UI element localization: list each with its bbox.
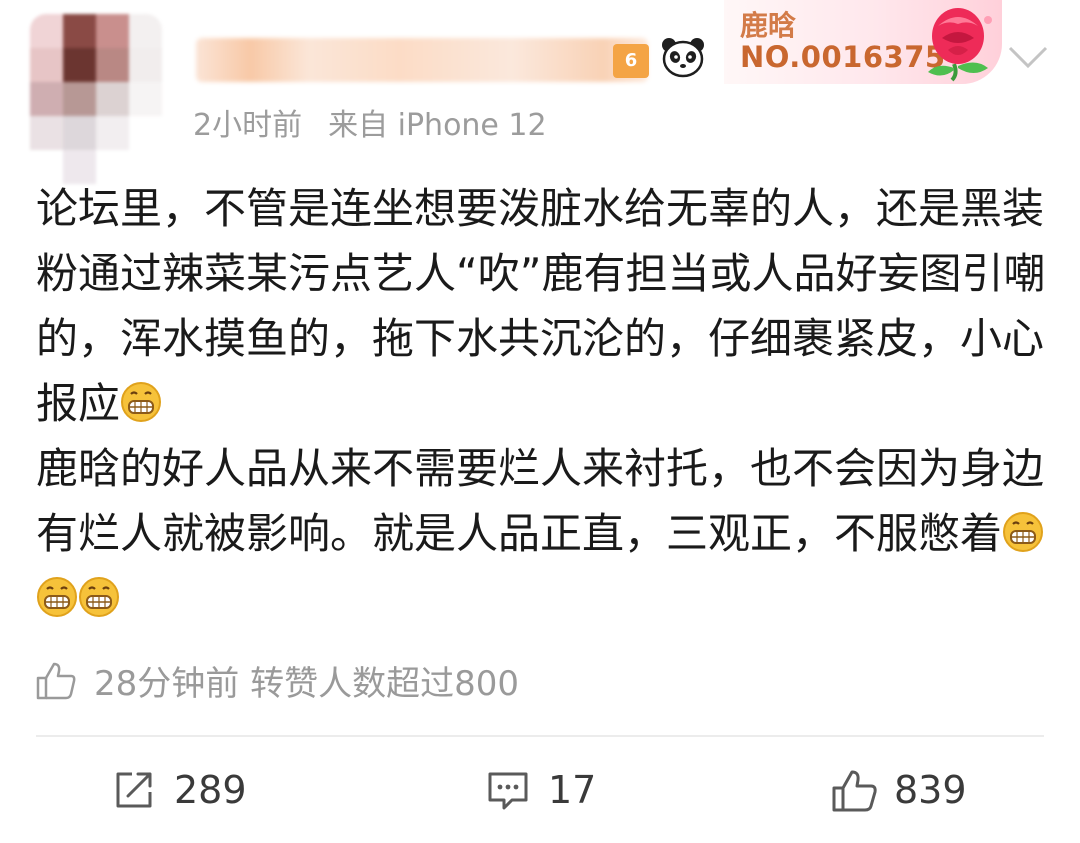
paragraph: 论坛里，不管是连坐想要泼脏水给无辜的人，还是黑装粉通过辣菜某污点艺人“吹”鹿有担… bbox=[36, 176, 1052, 436]
like-button[interactable]: 839 bbox=[830, 764, 967, 816]
grin-emoji-icon bbox=[121, 382, 162, 422]
repost-count: 289 bbox=[174, 768, 247, 812]
share-icon bbox=[116, 772, 152, 808]
like-icon bbox=[36, 662, 76, 700]
like-notice: 28分钟前 转赞人数超过800 bbox=[34, 658, 519, 704]
fan-badge-number: NO.0016375 bbox=[740, 40, 946, 74]
notice-text: 28分钟前 转赞人数超过800 bbox=[94, 663, 519, 704]
grin-emoji-icon bbox=[1003, 512, 1044, 552]
like-count: 839 bbox=[894, 768, 967, 812]
avatar[interactable] bbox=[30, 14, 162, 184]
paragraph-text: 鹿晗的好人品从来不需要烂人来衬托，也不会因为身边有烂人就被影响。就是人品正直，三… bbox=[36, 444, 1045, 558]
comment-count: 17 bbox=[548, 768, 597, 812]
fan-badge-name: 鹿晗 bbox=[740, 9, 797, 42]
paragraph: 鹿晗的好人品从来不需要烂人来衬托，也不会因为身边有烂人就被影响。就是人品正直，三… bbox=[36, 436, 1052, 631]
post-time: 2小时前 bbox=[193, 108, 303, 143]
comment-icon bbox=[488, 772, 528, 810]
vip-badge-icon: 6 bbox=[613, 44, 649, 78]
grin-emoji-icon bbox=[37, 577, 77, 617]
divider bbox=[36, 735, 1044, 737]
grin-emoji-icon bbox=[79, 577, 119, 617]
comment-button[interactable]: 17 bbox=[484, 764, 596, 816]
repost-button[interactable]: 289 bbox=[110, 764, 247, 816]
chevron-down-icon[interactable] bbox=[1006, 42, 1050, 72]
paragraph-text: 论坛里，不管是连坐想要泼脏水给无辜的人，还是黑装粉通过辣菜某污点艺人“吹”鹿有担… bbox=[36, 184, 1046, 428]
post-source[interactable]: 来自 iPhone 12 bbox=[328, 108, 547, 143]
panda-icon bbox=[662, 38, 704, 78]
post-meta: 2小时前 来自 iPhone 12 bbox=[193, 100, 547, 144]
rose-icon bbox=[928, 8, 992, 82]
like-icon bbox=[832, 770, 877, 812]
post-text: 论坛里，不管是连坐想要泼脏水给无辜的人，还是黑装粉通过辣菜某污点艺人“吹”鹿有担… bbox=[36, 176, 1052, 631]
username-blurred[interactable] bbox=[196, 38, 648, 82]
